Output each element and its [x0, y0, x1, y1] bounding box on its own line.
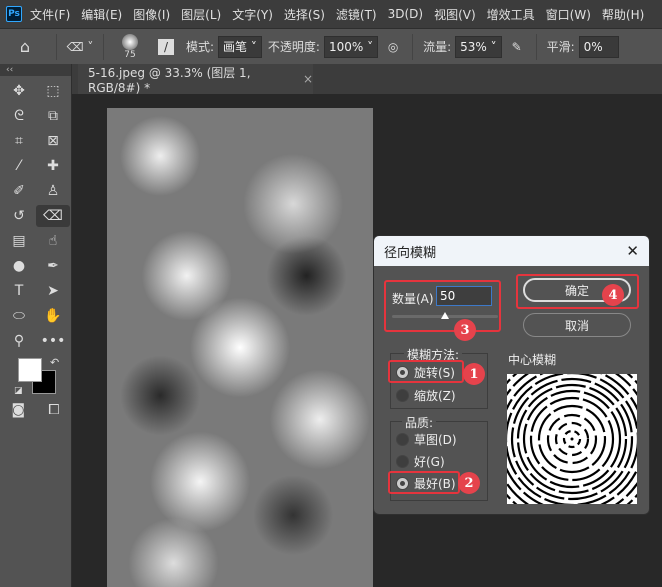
photoshop-logo: Ps	[6, 6, 22, 22]
eyedropper-tool-icon[interactable]: ⁄	[2, 155, 36, 177]
mode-select[interactable]: 画笔 ˅	[218, 35, 262, 58]
annotation-badge-1: 1	[463, 363, 485, 385]
brush-preset-picker[interactable]: 75	[110, 33, 150, 60]
radio-good[interactable]: 好(G)	[396, 453, 445, 470]
more-tools-icon[interactable]: •••	[36, 330, 70, 352]
close-dialog-button[interactable]: ✕	[626, 242, 639, 260]
menu-3d[interactable]: 3D(D)	[388, 7, 423, 21]
menu-view[interactable]: 视图(V)	[434, 6, 476, 23]
smoothing-input[interactable]: 0%	[578, 35, 619, 58]
radio-draft[interactable]: 草图(D)	[396, 431, 457, 448]
soft-brush-icon	[122, 33, 138, 50]
dialog-title-bar: 径向模糊 ✕	[374, 236, 649, 266]
menu-layer[interactable]: 图层(L)	[181, 6, 221, 23]
eraser-tool-icon[interactable]: ⌫	[36, 205, 70, 227]
quick-mask-icon[interactable]: ◙	[12, 402, 26, 418]
mode-row: ◙ ⧠	[0, 402, 71, 418]
smudge-tool-icon[interactable]: ☝	[36, 230, 70, 252]
healing-brush-tool-icon[interactable]: ✚	[36, 155, 70, 177]
opacity-label: 不透明度:	[267, 40, 320, 54]
quality-label: 品质:	[402, 414, 437, 431]
document-canvas-clouds[interactable]	[107, 108, 373, 587]
divider	[56, 33, 57, 60]
clone-stamp-tool-icon[interactable]: ♙	[36, 180, 70, 202]
flow-value: 53%	[460, 39, 487, 54]
radial-blur-dialog: 径向模糊 ✕ 数量(A) 50 3 确定 4 取消 模糊方法: 旋转(S) 缩放…	[373, 235, 650, 515]
brush-settings-icon[interactable]: /	[158, 38, 174, 55]
radio-dot	[396, 433, 409, 446]
move-tool-icon[interactable]: ✥	[2, 80, 36, 102]
hand-tool-icon[interactable]: ✋	[36, 305, 70, 327]
radio-good-label: 好(G)	[414, 455, 445, 469]
marquee-tool-icon[interactable]: ⬚	[36, 80, 70, 102]
close-tab-button[interactable]: ×	[303, 72, 313, 86]
airbrush-icon[interactable]: ✎	[504, 40, 530, 54]
default-colors-icon[interactable]: ◪	[14, 386, 23, 396]
blur-center-label: 中心模糊	[508, 353, 557, 367]
menu-edit[interactable]: 编辑(E)	[81, 6, 122, 23]
options-bar: ⌂ ⌫ ˅ 75 / 模式: 画笔 ˅ 不透明度: 100% ˅ ◎ 流量: 5…	[0, 28, 662, 64]
annotation-badge-2: 2	[458, 472, 480, 494]
document-tab-title: 5-16.jpeg @ 33.3% (图层 1, RGB/8#) *	[88, 65, 251, 95]
document-tab[interactable]: 5-16.jpeg @ 33.3% (图层 1, RGB/8#) * ×	[78, 64, 313, 95]
menu-filter[interactable]: 滤镜(T)	[336, 6, 377, 23]
pressure-opacity-icon[interactable]: ◎	[380, 40, 406, 54]
annotation-badge-4: 4	[602, 284, 624, 306]
divider	[103, 33, 104, 60]
brush-tool-icon[interactable]: ✐	[2, 180, 36, 202]
dialog-title: 径向模糊	[384, 245, 437, 261]
smoothing-label: 平滑:	[546, 40, 575, 54]
color-swatches: ↶ ◪	[0, 356, 71, 402]
menu-select[interactable]: 选择(S)	[284, 6, 325, 23]
object-select-tool-icon[interactable]: ⧉	[36, 105, 70, 127]
frame-tool-icon[interactable]: ⊠	[36, 130, 70, 152]
menu-help[interactable]: 帮助(H)	[602, 6, 644, 23]
mode-value: 画笔	[223, 40, 248, 54]
zoom-tool-icon[interactable]: ⚲	[2, 330, 36, 352]
document-tabs: 5-16.jpeg @ 33.3% (图层 1, RGB/8#) * ×	[72, 64, 662, 95]
radio-dot	[396, 455, 409, 468]
divider	[535, 33, 537, 60]
menu-window[interactable]: 窗口(W)	[546, 6, 591, 23]
menu-image[interactable]: 图像(I)	[133, 6, 170, 23]
tools-panel: ‹‹ ✥ ⬚ ᘓ ⧉ ⌗ ⊠ ⁄ ✚ ✐ ♙ ↺ ⌫ ▤ ☝ ● ✒ T ➤ ⬭…	[0, 64, 72, 587]
menu-plugins[interactable]: 增效工具	[487, 6, 535, 23]
annotation-badge-3: 3	[454, 319, 476, 341]
eraser-tool-icon[interactable]: ⌫ ˅	[63, 40, 97, 54]
home-icon[interactable]: ⌂	[0, 37, 50, 56]
menu-file[interactable]: 文件(F)	[30, 6, 70, 23]
highlight-box-amount	[384, 280, 501, 332]
flow-select[interactable]: 53% ˅	[455, 35, 502, 58]
blur-center-preview[interactable]	[507, 374, 637, 504]
divider	[412, 33, 414, 60]
radio-draft-label: 草图(D)	[414, 433, 457, 447]
radio-zoom[interactable]: 缩放(Z)	[396, 387, 456, 404]
pen-tool-icon[interactable]: ✒	[36, 255, 70, 277]
opacity-value: 100%	[328, 39, 364, 54]
dodge-tool-icon[interactable]: ●	[2, 255, 36, 277]
brush-size: 75	[124, 49, 136, 60]
menu-bar: Ps 文件(F) 编辑(E) 图像(I) 图层(L) 文字(Y) 选择(S) 滤…	[0, 0, 662, 28]
mode-label: 模式:	[186, 40, 215, 54]
type-tool-icon[interactable]: T	[2, 280, 36, 302]
path-select-tool-icon[interactable]: ➤	[36, 280, 70, 302]
collapse-toolbar-button[interactable]: ‹‹	[0, 64, 71, 76]
lasso-tool-icon[interactable]: ᘓ	[2, 105, 36, 127]
crop-tool-icon[interactable]: ⌗	[2, 130, 36, 152]
cancel-button[interactable]: 取消	[523, 313, 631, 337]
screen-mode-icon[interactable]: ⧠	[48, 402, 59, 418]
highlight-box-spin	[388, 360, 464, 383]
smoothing-value: 0%	[583, 39, 603, 54]
ellipse-tool-icon[interactable]: ⬭	[2, 305, 36, 327]
radio-zoom-label: 缩放(Z)	[414, 389, 456, 403]
history-brush-tool-icon[interactable]: ↺	[2, 205, 36, 227]
opacity-select[interactable]: 100% ˅	[323, 35, 379, 58]
radio-dot	[396, 389, 409, 402]
foreground-color-swatch[interactable]	[18, 358, 42, 382]
menu-type[interactable]: 文字(Y)	[232, 6, 273, 23]
flow-label: 流量:	[423, 40, 452, 54]
highlight-box-best	[388, 471, 460, 494]
swap-colors-icon[interactable]: ↶	[50, 356, 59, 369]
gradient-tool-icon[interactable]: ▤	[2, 230, 36, 252]
